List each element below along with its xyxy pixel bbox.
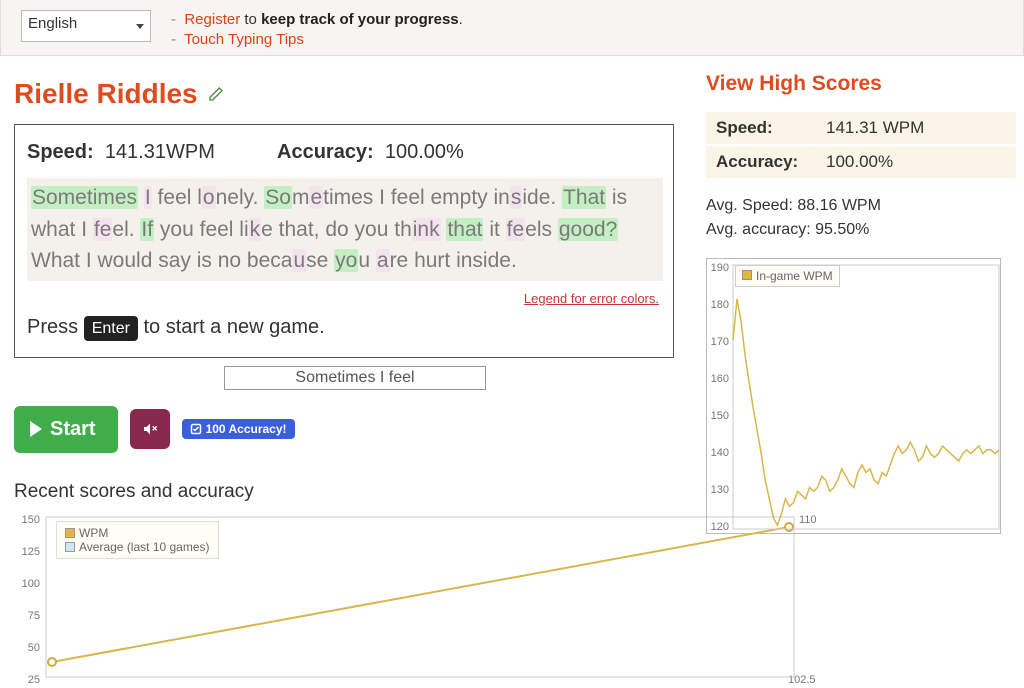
start-button[interactable]: Start <box>14 406 118 453</box>
svg-text:102.5: 102.5 <box>788 674 816 685</box>
accuracy-stat: Accuracy: 100.00% <box>277 141 464 164</box>
table-row: Speed: 141.31 WPM <box>706 112 1016 146</box>
play-icon <box>30 421 42 437</box>
svg-text:50: 50 <box>28 642 40 654</box>
recent-scores-chart: 150 125 100 75 50 25 110 102.5 <box>14 509 816 685</box>
accuracy-100-badge[interactable]: 100 Accuracy! <box>182 419 295 439</box>
svg-text:150: 150 <box>22 514 40 526</box>
ingame-chart-legend: In-game WPM <box>735 265 840 287</box>
svg-text:130: 130 <box>711 484 729 496</box>
table-row: Accuracy: 100.00% <box>706 146 1016 180</box>
ingame-wpm-chart: 190 180 170 160 150 140 130 120 In-game … <box>706 258 1001 534</box>
svg-text:170: 170 <box>711 336 729 348</box>
svg-text:150: 150 <box>711 410 729 422</box>
svg-text:75: 75 <box>28 610 40 622</box>
score-summary-table: Speed: 141.31 WPM Accuracy: 100.00% <box>706 112 1016 180</box>
speaker-muted-icon <box>142 421 158 437</box>
top-bar: English - Register to keep track of your… <box>0 0 1024 56</box>
speed-stat: Speed: 141.31WPM <box>27 141 277 164</box>
mute-button[interactable] <box>130 409 170 449</box>
svg-text:180: 180 <box>711 299 729 311</box>
language-select[interactable]: English <box>21 10 151 42</box>
view-high-scores-link[interactable]: View High Scores <box>706 72 1016 96</box>
svg-text:100: 100 <box>22 578 40 590</box>
page-title: Rielle Riddles <box>14 78 696 110</box>
game-panel: Speed: 141.31WPM Accuracy: 100.00% Somet… <box>14 124 674 358</box>
averages-block: Avg. Speed: 88.16 WPM Avg. accuracy: 95.… <box>706 194 1016 242</box>
touch-typing-tips-link[interactable]: Touch Typing Tips <box>184 31 304 48</box>
typing-input[interactable] <box>224 366 486 390</box>
press-enter-hint: Press Enter to start a new game. <box>27 316 663 339</box>
svg-text:140: 140 <box>711 447 729 459</box>
svg-text:190: 190 <box>711 262 729 274</box>
top-links: - Register to keep track of your progres… <box>171 10 463 51</box>
svg-text:120: 120 <box>711 521 729 533</box>
legend-error-colors-link[interactable]: Legend for error colors. <box>27 291 659 306</box>
language-select-value: English <box>28 15 77 32</box>
svg-text:25: 25 <box>28 674 40 685</box>
enter-key-badge: Enter <box>84 316 138 341</box>
recent-chart-legend: WPM Average (last 10 games) <box>56 521 219 559</box>
check-badge-icon <box>190 423 202 435</box>
svg-text:125: 125 <box>22 546 40 558</box>
typing-text: Sometimes I feel lonely. Sometimes I fee… <box>27 178 663 281</box>
svg-text:160: 160 <box>711 373 729 385</box>
register-link[interactable]: Register <box>184 11 240 28</box>
edit-icon[interactable] <box>208 86 224 102</box>
recent-scores-heading: Recent scores and accuracy <box>14 481 696 503</box>
